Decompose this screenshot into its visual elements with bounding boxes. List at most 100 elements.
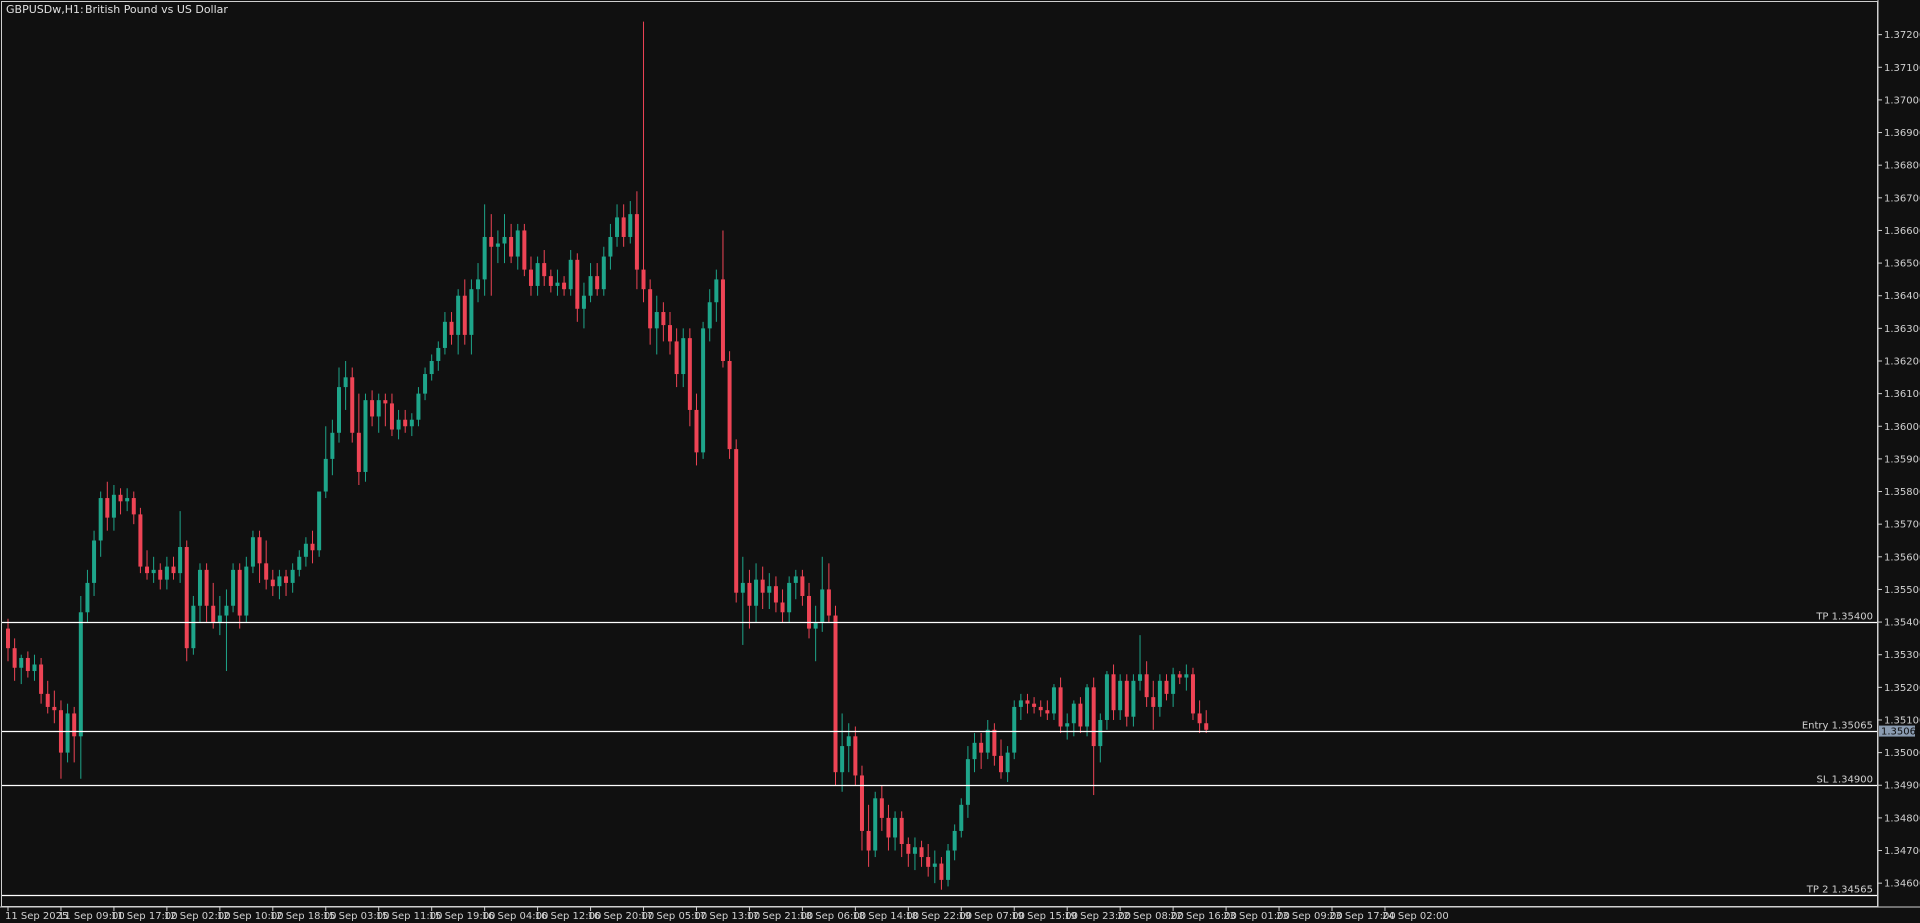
candle-body xyxy=(376,400,381,417)
candle-body xyxy=(363,400,368,472)
candle-body xyxy=(337,387,341,433)
candle-body xyxy=(350,377,355,433)
candle-body xyxy=(793,576,798,583)
price-tick-label: 1.36000 xyxy=(1884,422,1920,433)
candle-body xyxy=(184,547,189,649)
candle-body xyxy=(277,576,282,587)
candle-body xyxy=(12,648,17,668)
candle-body xyxy=(906,843,911,854)
candle-body xyxy=(634,214,639,270)
candle-body xyxy=(1118,680,1123,711)
candle-body xyxy=(999,755,1003,773)
candle-body xyxy=(767,586,772,593)
time-tick-label: 24 Sep 02:00 xyxy=(1382,911,1449,922)
candle-body xyxy=(416,393,421,420)
candle-body xyxy=(826,589,831,616)
candle-body xyxy=(290,569,295,583)
candle-body xyxy=(509,236,514,257)
candle xyxy=(873,791,878,858)
price-tick-label: 1.35600 xyxy=(1884,552,1920,563)
price-tick-label: 1.36100 xyxy=(1884,389,1920,400)
candle-body xyxy=(926,857,931,867)
candle-body xyxy=(1005,752,1010,773)
candle-body xyxy=(396,419,401,430)
candle-body xyxy=(548,276,553,286)
candle xyxy=(231,563,236,613)
candle-body xyxy=(489,236,494,247)
candle-body xyxy=(250,537,255,567)
candle-body xyxy=(244,566,249,616)
candle-body xyxy=(946,850,951,880)
candle-body xyxy=(1025,700,1030,704)
candle-body xyxy=(562,282,567,290)
candle-body xyxy=(217,615,222,623)
candle-body xyxy=(621,217,626,237)
price-tick-label: 1.36600 xyxy=(1884,226,1920,237)
candle-body xyxy=(211,605,216,623)
candle-body xyxy=(965,759,970,805)
candle-body xyxy=(701,328,706,453)
candle-body xyxy=(65,713,70,753)
candle-body xyxy=(310,543,315,551)
candle-body xyxy=(1051,687,1056,714)
candle-body xyxy=(178,547,183,574)
candle-body xyxy=(1157,680,1162,707)
candle-body xyxy=(681,338,686,375)
candle-body xyxy=(780,602,785,613)
candle-body xyxy=(131,498,136,515)
candle-body xyxy=(952,830,957,851)
chart-description: British Pound vs US Dollar xyxy=(85,3,228,16)
price-tick-label: 1.34900 xyxy=(1884,781,1920,792)
current-price-label: 1.35066 xyxy=(1881,727,1920,738)
candle-body xyxy=(648,289,653,329)
candle xyxy=(727,351,732,459)
price-tick-label: 1.35900 xyxy=(1884,454,1920,465)
candle-body xyxy=(317,491,322,551)
price-chart[interactable]: TP 1.35400 Entry 1.35065 SL 1.34900 TP 2 1.… xyxy=(0,0,1920,923)
candle-body xyxy=(1124,680,1129,717)
candle-body xyxy=(436,347,441,361)
candle-body xyxy=(694,409,699,453)
candle-body xyxy=(668,325,672,342)
price-tick-label: 1.36200 xyxy=(1884,356,1920,367)
chart-symbol: GBPUSDw,H1: xyxy=(6,3,84,16)
candle-body xyxy=(833,615,838,773)
price-tick-label: 1.36500 xyxy=(1884,259,1920,270)
candle-body xyxy=(1018,700,1023,707)
price-tick-label: 1.35400 xyxy=(1884,618,1920,629)
candle-body xyxy=(403,419,408,427)
candle xyxy=(244,556,249,623)
candle-body xyxy=(330,432,335,459)
candle xyxy=(1190,667,1195,720)
price-tick-label: 1.34800 xyxy=(1884,813,1920,824)
candle-body xyxy=(866,830,871,851)
candle-body xyxy=(1111,674,1116,711)
candle-body xyxy=(125,498,130,502)
candle-body xyxy=(787,582,792,613)
candle-body xyxy=(595,276,600,290)
candle xyxy=(350,367,355,443)
candle-body xyxy=(98,498,103,541)
candle-body xyxy=(879,798,884,818)
candle-body xyxy=(429,360,434,375)
candle-body xyxy=(727,360,732,450)
candle-body xyxy=(654,312,659,329)
price-tick-label: 1.35700 xyxy=(1884,520,1920,531)
candle xyxy=(363,393,368,482)
price-tick-label: 1.35800 xyxy=(1884,487,1920,498)
candle xyxy=(701,321,706,459)
price-tick-label: 1.36700 xyxy=(1884,193,1920,204)
candle-body xyxy=(197,569,202,606)
candle-body xyxy=(687,338,692,410)
candle xyxy=(1012,700,1017,760)
candle-body xyxy=(52,706,57,711)
candle-body xyxy=(1032,703,1037,707)
candle-body xyxy=(237,569,242,616)
candle-body xyxy=(151,569,156,574)
candle xyxy=(317,491,322,557)
price-tick-label: 1.36300 xyxy=(1884,324,1920,335)
price-tick-label: 1.36400 xyxy=(1884,291,1920,302)
candle-body xyxy=(674,341,679,375)
candle-body xyxy=(568,259,573,290)
chart-background xyxy=(0,0,1920,923)
